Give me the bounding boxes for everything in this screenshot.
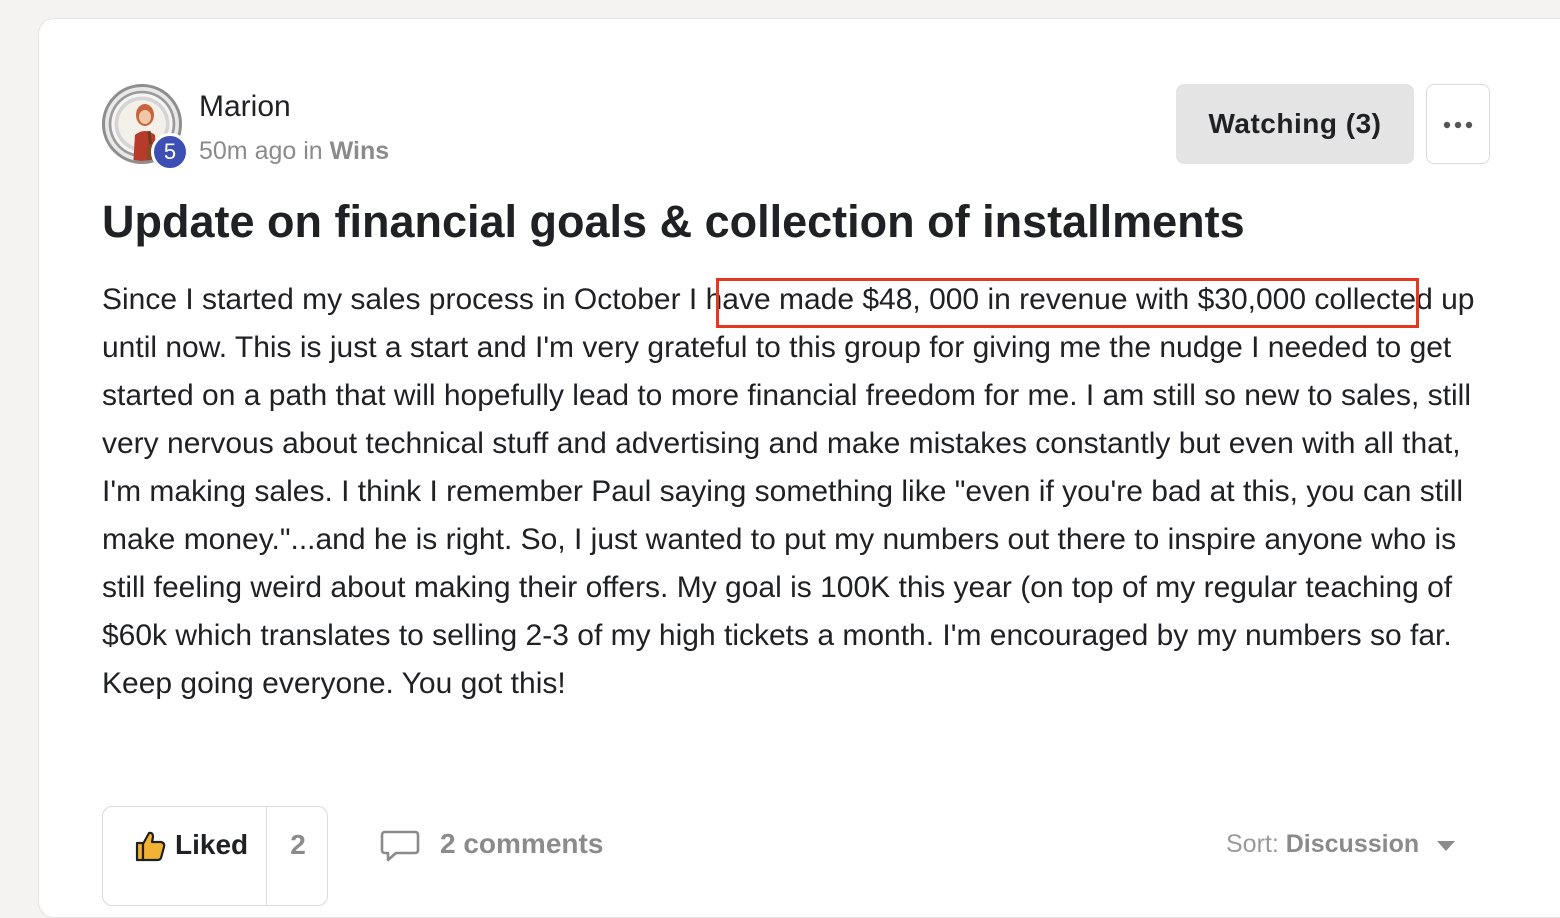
comment-bubble-icon (380, 830, 420, 862)
post-time: 50m ago (199, 137, 297, 165)
post-title: Update on financial goals & collection o… (102, 196, 1245, 247)
meta-in-label: in (303, 137, 323, 165)
more-dots-icon (1443, 121, 1473, 129)
sort-label: Sort: (1226, 830, 1279, 858)
author-name[interactable]: Marion (199, 90, 291, 124)
highlight-annotation-box (716, 278, 1419, 328)
liked-label: Liked (175, 829, 249, 860)
post-body-prefix: Since I started my sales process in Octo… (102, 283, 689, 316)
post-meta: 50m ago in Wins (199, 137, 389, 166)
like-group: Liked 2 (102, 806, 328, 906)
post-body: Since I started my sales process in Octo… (102, 276, 1502, 708)
category-link[interactable]: Wins (330, 137, 390, 165)
comments-count-label: 2 comments (440, 828, 604, 859)
chevron-down-icon[interactable] (1436, 840, 1456, 852)
level-badge: 5 (151, 133, 189, 171)
watching-button[interactable]: Watching (3) (1176, 84, 1414, 164)
like-button[interactable]: Liked (103, 807, 267, 905)
more-options-button[interactable] (1426, 84, 1490, 164)
sort-dropdown[interactable]: Sort: Discussion (1226, 830, 1419, 859)
post-body-rest: collected up until now. This is just a s… (102, 283, 1475, 700)
sort-value: Discussion (1285, 830, 1420, 858)
thumbs-up-icon (135, 831, 166, 862)
like-count[interactable]: 2 (268, 829, 328, 861)
